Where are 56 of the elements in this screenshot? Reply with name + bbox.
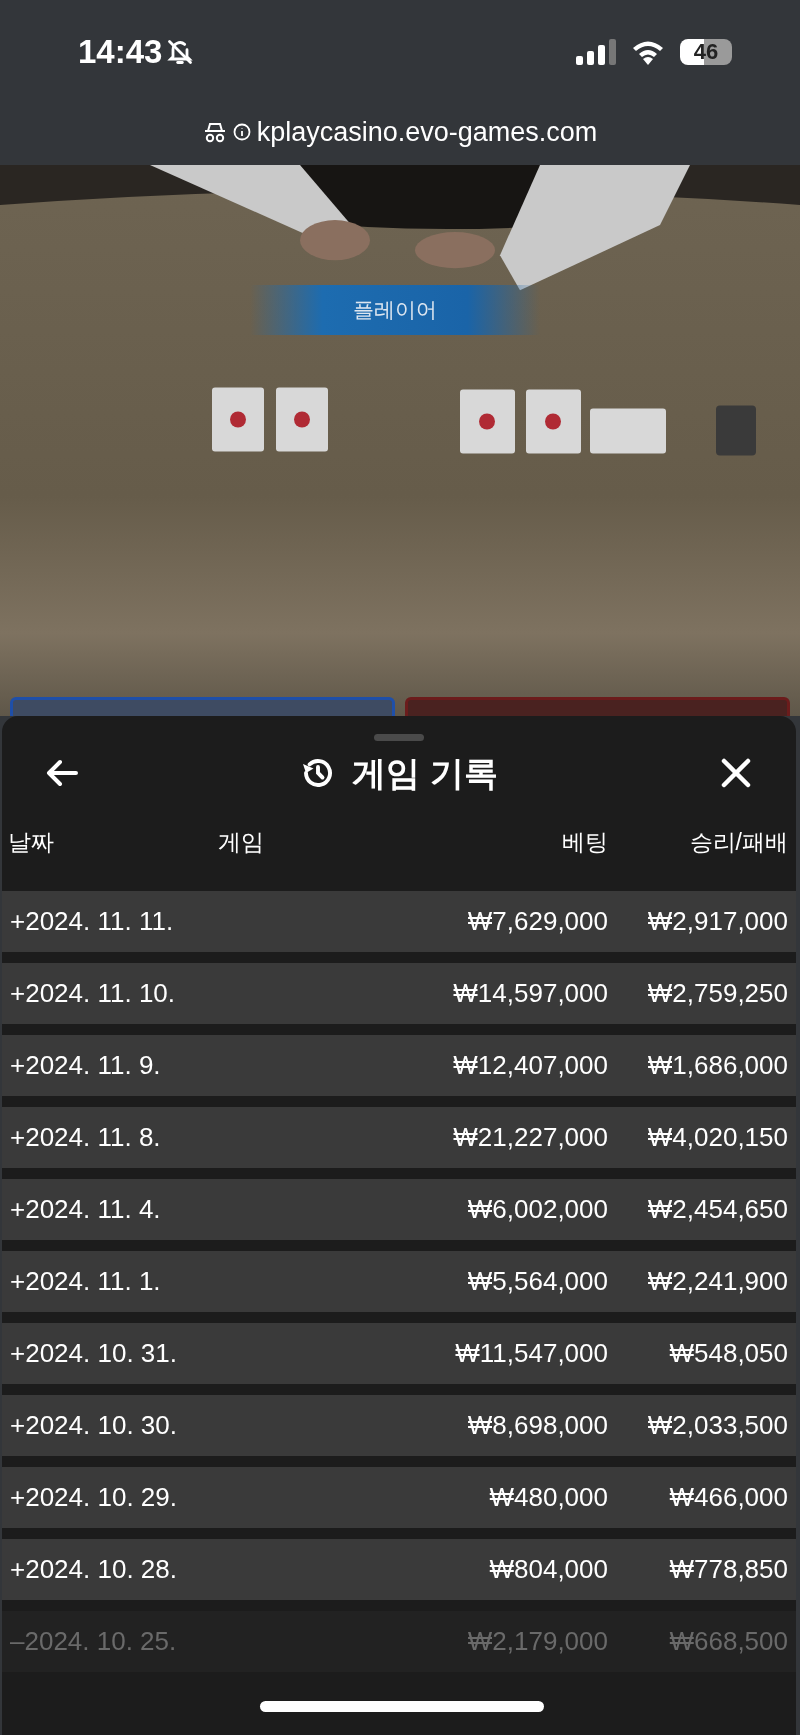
history-row[interactable]: +2024. 11. 8. ₩21,227,000 ₩4,020,150	[2, 1107, 796, 1168]
date-cell-text: +2024. 11. 10.	[10, 977, 177, 1010]
history-row[interactable]: +2024. 11. 4. ₩6,002,000 ₩2,454,650	[2, 1179, 796, 1240]
date-cell-text: +2024. 10. 28.	[10, 1553, 178, 1586]
bet-cell-text: ₩7,629,000	[467, 905, 608, 938]
bet-cell-text: ₩12,407,000	[453, 1049, 608, 1082]
history-row[interactable]: +2024. 11. 1. ₩5,564,000 ₩2,241,900	[2, 1251, 796, 1312]
result-cell-text: ₩2,759,250	[646, 977, 788, 1010]
result-cell-text: ₩4,020,150	[646, 1121, 788, 1154]
result-cell-text: ₩1,686,000	[646, 1049, 788, 1082]
column-header: 승리/패배	[688, 828, 788, 857]
date-cell-text: +2024. 11. 9.	[10, 1049, 162, 1082]
date-cell-text: +2024. 10. 29.	[10, 1481, 178, 1514]
bet-cell-text: ₩804,000	[489, 1553, 608, 1586]
date-cell-text: +2024. 11. 8.	[10, 1121, 162, 1154]
sheet-title: 게임 기록	[352, 752, 498, 794]
column-header: 베팅	[561, 828, 608, 857]
clock: 14:43	[78, 32, 163, 73]
drag-handle[interactable]	[374, 734, 424, 741]
date-cell-text: +2024. 10. 31.	[10, 1337, 178, 1370]
close-icon	[720, 757, 752, 789]
date-cell-text: +2024. 11. 4.	[10, 1193, 162, 1226]
signal-icon	[576, 39, 616, 65]
result-cell-text: ₩548,050	[668, 1337, 788, 1370]
history-row[interactable]: +2024. 10. 29. ₩480,000 ₩466,000	[2, 1467, 796, 1528]
bet-cell-text: ₩6,002,000	[467, 1193, 608, 1226]
result-cell-text: ₩668,500	[668, 1625, 788, 1658]
bet-cell-text: ₩2,179,000	[467, 1625, 608, 1658]
history-row[interactable]: +2024. 11. 10. ₩14,597,000 ₩2,759,250	[2, 963, 796, 1024]
result-banner: 플레이어	[250, 285, 540, 335]
bet-cell-text: ₩21,227,000	[453, 1121, 608, 1154]
bet-cell-text: ₩5,564,000	[467, 1265, 608, 1298]
bet-cell-text: ₩480,000	[489, 1481, 608, 1514]
info-icon	[232, 123, 251, 142]
history-row[interactable]: +2024. 10. 31. ₩11,547,000 ₩548,050	[2, 1323, 796, 1384]
bet-cell-text: ₩8,698,000	[467, 1409, 608, 1442]
column-header: 게임	[217, 828, 265, 857]
history-row[interactable]: +2024. 11. 9. ₩12,407,000 ₩1,686,000	[2, 1035, 796, 1096]
history-row[interactable]: +2024. 11. 11. ₩7,629,000 ₩2,917,000	[2, 891, 796, 952]
result-cell-text: ₩2,917,000	[646, 905, 788, 938]
column-header: 날짜	[8, 828, 55, 857]
result-cell-text: ₩2,454,650	[646, 1193, 788, 1226]
date-cell-text: +2024. 10. 30.	[10, 1409, 178, 1442]
history-row[interactable]: +2024. 10. 28. ₩804,000 ₩778,850	[2, 1539, 796, 1600]
bet-cell-text: ₩14,597,000	[453, 977, 608, 1010]
url-text[interactable]: kplaycasino.evo-games.com	[256, 112, 598, 153]
result-cell-text: ₩2,241,900	[646, 1265, 788, 1298]
result-cell-text: ₩2,033,500	[646, 1409, 788, 1442]
history-row[interactable]: +2024. 10. 30. ₩8,698,000 ₩2,033,500	[2, 1395, 796, 1456]
bet-cell-text: ₩11,547,000	[455, 1337, 608, 1370]
date-cell-text: –2024. 10. 25.	[10, 1625, 178, 1658]
date-cell-text: +2024. 11. 1.	[10, 1265, 162, 1298]
back-arrow-icon	[45, 758, 79, 788]
date-cell-text: +2024. 11. 11.	[10, 905, 175, 938]
result-cell-text: ₩778,850	[668, 1553, 788, 1586]
result-cell-text: ₩466,000	[668, 1481, 788, 1514]
